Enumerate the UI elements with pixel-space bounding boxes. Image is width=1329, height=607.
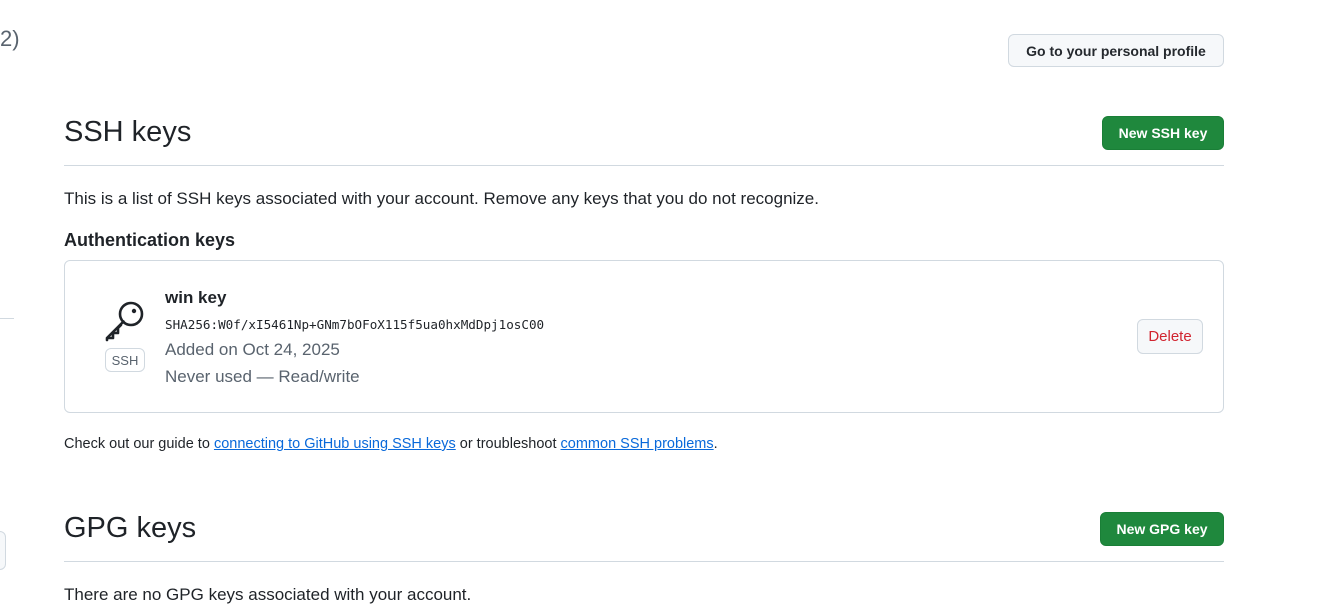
key-title: win key — [165, 288, 227, 307]
ssh-guide-text: Check out our guide to connecting to Git… — [64, 436, 718, 452]
key-icon — [105, 301, 144, 342]
new-gpg-key-button[interactable]: New GPG key — [1100, 512, 1224, 546]
clipped-heading-fragment: 2) — [0, 26, 20, 51]
key-added-date: Added on Oct 24, 2025 — [165, 340, 340, 359]
ssh-gpg-keys-page: 2) Go to your personal profile SSH keys … — [0, 0, 1329, 607]
guide-middle: or troubleshoot — [455, 436, 561, 452]
gpg-section-divider — [64, 561, 1224, 562]
ssh-badge: SSH — [105, 348, 145, 372]
authentication-keys-heading: Authentication keys — [64, 230, 236, 250]
ssh-guide-link[interactable]: connecting to GitHub using SSH keys — [214, 436, 456, 452]
sidebar-divider — [0, 318, 14, 319]
ssh-key-list-box — [64, 260, 1224, 413]
key-fingerprint: SHA256:W0f/xI5461Np+GNm7bOFoX115f5ua0hxM… — [165, 317, 545, 332]
ssh-description: This is a list of SSH keys associated wi… — [64, 189, 819, 208]
ssh-section-divider — [64, 165, 1224, 166]
guide-suffix: . — [713, 436, 718, 452]
sidebar-clipped-control[interactable] — [0, 531, 6, 570]
delete-key-button[interactable]: Delete — [1137, 319, 1203, 354]
go-to-profile-button[interactable]: Go to your personal profile — [1008, 34, 1224, 67]
key-usage-status: Never used — Read/write — [165, 367, 360, 386]
ssh-keys-title: SSH keys — [64, 116, 192, 148]
gpg-empty-text: There are no GPG keys associated with yo… — [64, 585, 472, 604]
gpg-keys-title: GPG keys — [64, 512, 197, 544]
ssh-troubleshoot-link[interactable]: common SSH problems — [561, 436, 714, 452]
new-ssh-key-button[interactable]: New SSH key — [1102, 116, 1224, 150]
guide-prefix: Check out our guide to — [64, 436, 214, 452]
